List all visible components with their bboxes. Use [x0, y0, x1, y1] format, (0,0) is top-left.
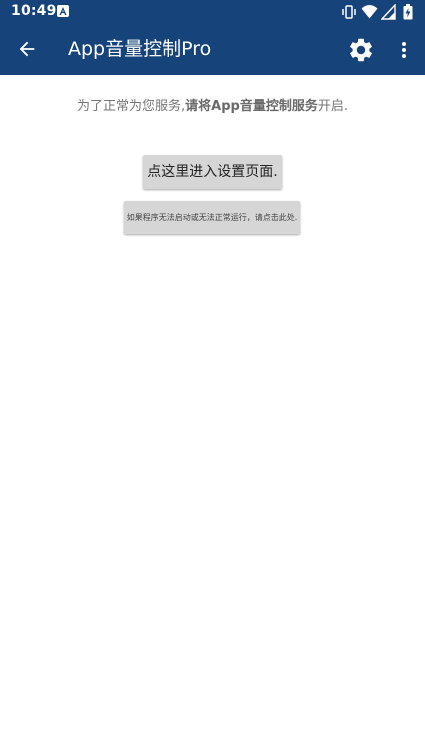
status-time: 10:49 [11, 3, 57, 19]
status-icons [341, 4, 415, 20]
notification-a-icon [57, 5, 69, 17]
back-button[interactable] [8, 30, 46, 68]
app-bar: App音量控制Pro [0, 24, 425, 75]
message-suffix: 开启. [317, 99, 348, 114]
app-title: App音量控制Pro [68, 38, 212, 60]
settings-button[interactable] [343, 32, 379, 68]
message-prefix: 为了正常为您服务, [77, 99, 186, 114]
more-vert-icon [402, 42, 406, 58]
more-options-button[interactable] [392, 34, 416, 66]
back-arrow-icon [19, 41, 35, 57]
battery-icon [403, 4, 413, 20]
signal-icon [381, 4, 396, 20]
status-bar: 10:49 [0, 0, 425, 24]
service-message: 为了正常为您服务,请将App音量控制服务开启. [0, 95, 425, 114]
wifi-icon [361, 5, 378, 19]
open-settings-button[interactable]: 点这里进入设置页面. [143, 155, 282, 189]
vibrate-icon [342, 5, 356, 19]
gear-icon [350, 38, 372, 62]
message-strong: 请将App音量控制服务 [185, 99, 318, 114]
troubleshoot-button[interactable]: 如果程序无法启动或无法正常运行，请点击此处. [124, 201, 300, 234]
